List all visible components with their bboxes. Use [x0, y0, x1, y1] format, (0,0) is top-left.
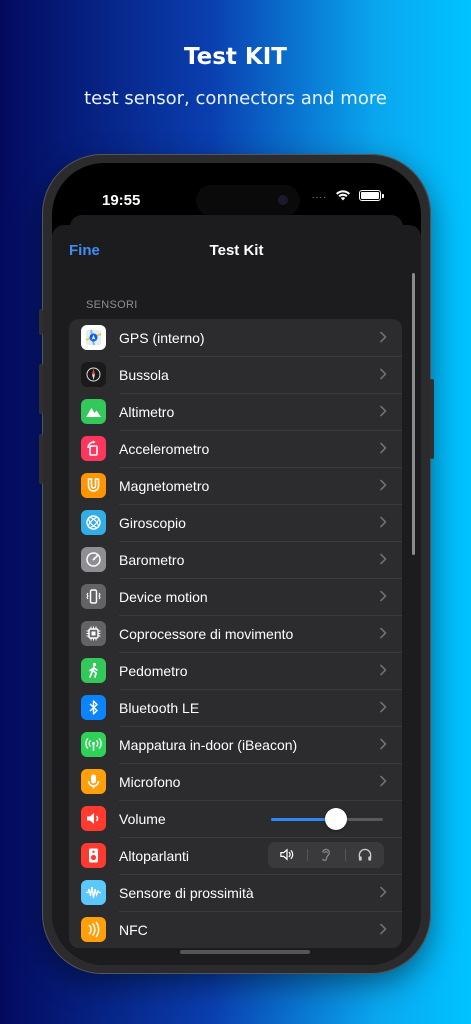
chevron-right-icon [380, 442, 387, 454]
list-item-label: Pedometro [119, 662, 188, 679]
list-item-label: Coprocessore di movimento [119, 625, 294, 642]
gauge-icon [81, 547, 106, 572]
microphone-icon [81, 769, 106, 794]
list-item-label: Magnetometro [119, 477, 210, 494]
list-item-label: Barometro [119, 551, 185, 568]
chevron-right-icon [380, 479, 387, 491]
battery-icon [359, 189, 384, 201]
segment-headphones[interactable] [345, 842, 384, 868]
list-item-label: Altoparlanti [119, 847, 190, 864]
segment-ear[interactable] [306, 842, 346, 868]
list-item[interactable]: Volume [69, 800, 402, 837]
chevron-right-icon [380, 738, 387, 750]
list-item-label: Giroscopio [119, 514, 186, 531]
chevron-right-icon [380, 553, 387, 565]
list-item-label: NFC [119, 921, 148, 938]
list-item[interactable]: Sensore di prossimità [69, 874, 402, 911]
action-button [39, 309, 43, 335]
chevron-right-icon [380, 923, 387, 935]
magnet-icon [81, 473, 106, 498]
volume-up-button [39, 364, 43, 414]
list-item[interactable]: Bussola [69, 356, 402, 393]
bluetooth-icon [81, 695, 106, 720]
antenna-icon [81, 732, 106, 757]
list-item[interactable]: Coprocessore di movimento [69, 615, 402, 652]
signal-icon: .... [311, 189, 327, 201]
chevron-right-icon [380, 590, 387, 602]
speaker-icon [81, 806, 106, 831]
list-item-label: Device motion [119, 588, 208, 605]
list-item[interactable]: Mappatura in-door (iBeacon) [69, 726, 402, 763]
section-header: SENSORI [86, 299, 138, 311]
waveform-icon [81, 880, 106, 905]
speaker-output-segmented-control [268, 842, 384, 868]
segment-speaker-wave[interactable] [268, 842, 307, 868]
volume-slider-thumb[interactable] [324, 808, 347, 830]
phone-vibrate-icon [81, 584, 106, 609]
list-item-label: Sensore di prossimità [119, 884, 254, 901]
list-item[interactable]: Microfono [69, 763, 402, 800]
chip-icon [81, 621, 106, 646]
list-item[interactable]: Altimetro [69, 393, 402, 430]
list-item[interactable]: Accelerometro [69, 430, 402, 467]
walking-icon [81, 658, 106, 683]
list-item-label: Microfono [119, 773, 181, 790]
home-indicator[interactable] [180, 950, 310, 954]
chevron-right-icon [380, 368, 387, 380]
list-item-label: Bluetooth LE [119, 699, 200, 716]
list-item-label: Volume [119, 810, 166, 827]
list-item[interactable]: NFC [69, 911, 402, 948]
list-item-label: Bussola [119, 366, 169, 383]
chevron-right-icon [380, 405, 387, 417]
scrollbar[interactable] [412, 273, 415, 555]
mountain-icon [81, 399, 106, 424]
gyroscope-icon [81, 510, 106, 535]
dynamic-island [196, 185, 300, 216]
list-item[interactable]: Giroscopio [69, 504, 402, 541]
chevron-right-icon [380, 627, 387, 639]
volume-slider[interactable] [271, 808, 383, 830]
maps-icon [81, 325, 106, 350]
volume-down-button [39, 434, 43, 484]
list-item[interactable]: Device motion [69, 578, 402, 615]
phone-frame: 19:55 .... Fine Test Kit SENSORI GPS (in… [39, 154, 434, 974]
ear-icon [322, 848, 330, 862]
list-item-label: Accelerometro [119, 440, 210, 457]
nav-title: Test Kit [209, 242, 264, 259]
chevron-right-icon [380, 664, 387, 676]
chevron-right-icon [380, 516, 387, 528]
camera-icon [278, 195, 288, 205]
promo-subtitle: test sensor, connectors and more [84, 88, 387, 109]
sensor-list: GPS (interno) Bussola Altimetro Acceleromet… [69, 319, 402, 948]
list-item-label: Altimetro [119, 403, 175, 420]
list-item[interactable]: GPS (interno) [69, 319, 402, 356]
loudspeaker-icon [81, 843, 106, 868]
list-item-label: Mappatura in-door (iBeacon) [119, 736, 298, 753]
promo-title: Test KIT [184, 44, 287, 70]
test-kit-sheet: Fine Test Kit SENSORI GPS (interno) Busso… [52, 225, 421, 965]
chevron-right-icon [380, 701, 387, 713]
list-item[interactable]: Barometro [69, 541, 402, 578]
compass-icon [81, 362, 106, 387]
nfc-icon [81, 917, 106, 942]
chevron-right-icon [380, 775, 387, 787]
wifi-icon [336, 190, 350, 201]
status-time: 19:55 [102, 192, 141, 209]
chevron-right-icon [380, 886, 387, 898]
list-item[interactable]: Pedometro [69, 652, 402, 689]
status-indicators: .... [311, 189, 384, 201]
list-item-label: GPS (interno) [119, 329, 205, 346]
speaker-wave-icon [280, 848, 294, 861]
rotate-icon [81, 436, 106, 461]
side-button [430, 379, 434, 459]
headphones-icon [358, 848, 371, 861]
chevron-right-icon [380, 331, 387, 343]
phone-screen: 19:55 .... Fine Test Kit SENSORI GPS (in… [52, 163, 421, 965]
list-item[interactable]: Altoparlanti [69, 837, 402, 874]
list-item[interactable]: Bluetooth LE [69, 689, 402, 726]
list-item[interactable]: Magnetometro [69, 467, 402, 504]
